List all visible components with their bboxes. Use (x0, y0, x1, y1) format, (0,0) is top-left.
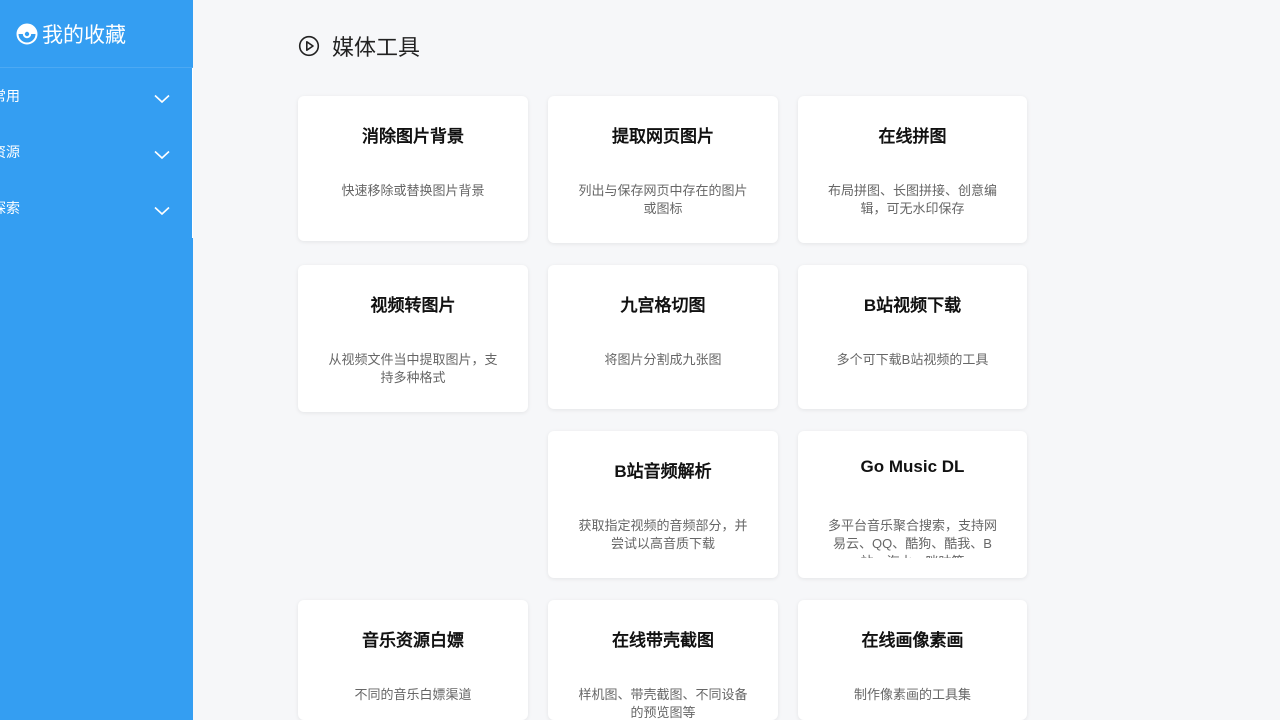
tool-card[interactable]: 提取网页图片 列出与保存网页中存在的图片或图标 (548, 96, 778, 243)
card-description: 获取指定视频的音频部分，并尝试以高音质下载 (578, 518, 748, 551)
card-description: 快速移除或替换图片背景 (341, 183, 485, 198)
chevron-down-icon (154, 147, 170, 160)
chevron-down-icon (154, 91, 170, 104)
tool-card[interactable]: B站视频下载 多个可下载B站视频的工具 (798, 265, 1027, 409)
card-title: 九宫格切图 (620, 296, 706, 315)
card-title: 在线画像素画 (861, 631, 964, 650)
card-description: 不同的音乐白嫖渠道 (354, 687, 472, 702)
tool-card[interactable]: 九宫格切图 将图片分割成九张图 (548, 265, 778, 409)
card-description: 从视频文件当中提取图片，支持多种格式 (328, 352, 498, 385)
sidebar-header[interactable]: 我的收藏 (0, 0, 193, 68)
sidebar-item-label: 探索 (0, 200, 20, 216)
card-title: B站视频下载 (863, 296, 962, 315)
card-title: 在线带壳截图 (612, 631, 714, 650)
sidebar-divider (192, 68, 193, 238)
card-description: 多个可下载B站视频的工具 (836, 352, 989, 367)
tool-card[interactable]: 消除图片背景 快速移除或替换图片背景 (298, 96, 528, 241)
sidebar-item-resources[interactable]: 资源 (0, 124, 193, 180)
sidebar-item-label: 常用 (0, 88, 20, 104)
card-title: 消除图片背景 (362, 127, 464, 146)
page-title: 媒体工具 (332, 35, 421, 60)
card-description: 样机图、带壳截图、不同设备的预览图等 (578, 687, 748, 720)
sidebar: 我的收藏 常用 资源 探索 (0, 0, 193, 720)
play-circle-icon (298, 35, 320, 57)
sidebar-item-explore[interactable]: 探索 (0, 180, 193, 236)
card-title: 提取网页图片 (612, 127, 714, 146)
card-title: Go Music DL (860, 457, 965, 476)
tool-card[interactable]: 音乐资源白嫖 不同的音乐白嫖渠道 (298, 600, 528, 720)
card-title: B站音频解析 (614, 462, 712, 481)
card-title: 音乐资源白嫖 (362, 631, 464, 650)
card-title: 在线拼图 (878, 127, 947, 146)
card-description: 将图片分割成九张图 (604, 352, 722, 367)
tool-card[interactable]: B站音频解析 获取指定视频的音频部分，并尝试以高音质下载 (548, 431, 778, 578)
section-heading: 媒体工具 (298, 32, 420, 60)
card-description: 布局拼图、长图拼接、创意编辑，可无水印保存 (827, 183, 997, 216)
tool-card[interactable]: Go Music DL 多平台音乐聚合搜索，支持网易云、QQ、酷狗、酷我、B站、… (798, 431, 1027, 578)
card-description: 制作像素画的工具集 (853, 687, 971, 702)
tool-card[interactable]: 视频转图片 从视频文件当中提取图片，支持多种格式 (298, 265, 528, 412)
card-description: 多平台音乐聚合搜索，支持网易云、QQ、酷狗、酷我、B站、汽水、咪咕等 (827, 518, 997, 558)
pokeball-icon (16, 23, 38, 45)
sidebar-item-label: 资源 (0, 144, 20, 160)
sidebar-title: 我的收藏 (42, 23, 126, 47)
card-description: 列出与保存网页中存在的图片或图标 (578, 183, 748, 216)
card-title: 视频转图片 (370, 296, 456, 315)
sidebar-item-common[interactable]: 常用 (0, 68, 193, 124)
chevron-down-icon (154, 203, 170, 216)
tool-card[interactable]: 在线画像素画 制作像素画的工具集 (798, 600, 1027, 720)
tool-card[interactable]: 在线拼图 布局拼图、长图拼接、创意编辑，可无水印保存 (798, 96, 1027, 243)
tool-card[interactable]: 在线带壳截图 样机图、带壳截图、不同设备的预览图等 (548, 600, 778, 720)
